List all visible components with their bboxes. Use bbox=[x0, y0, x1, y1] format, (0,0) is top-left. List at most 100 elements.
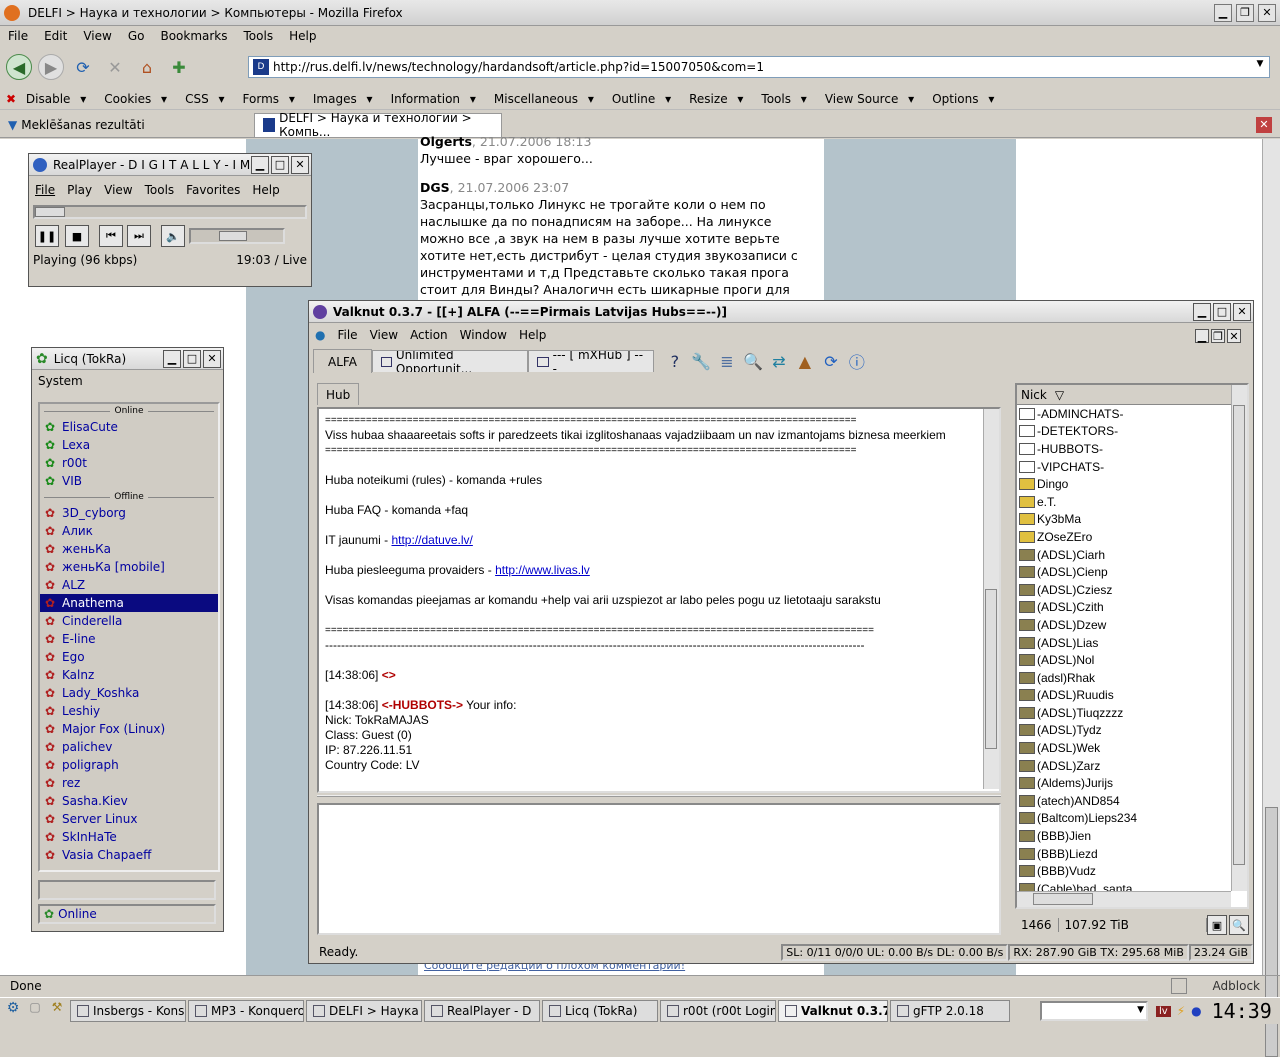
vk-menu-window[interactable]: Window bbox=[454, 328, 513, 342]
nick-hscrollbar[interactable] bbox=[1017, 891, 1231, 907]
taskbar-task[interactable]: RealPlayer - D bbox=[424, 1000, 540, 1022]
nick-row[interactable]: (BBB)Jien bbox=[1017, 827, 1247, 845]
edit-icon[interactable] bbox=[1170, 977, 1187, 994]
dropdown-icon[interactable]: ▼ bbox=[1137, 1005, 1144, 1015]
contact-item[interactable]: ✿ Server Linux bbox=[40, 810, 218, 828]
nick-row[interactable]: (atech)AND854 bbox=[1017, 792, 1247, 810]
taskbar-command-field[interactable]: ▼ bbox=[1040, 1001, 1148, 1021]
nick-row[interactable]: Ky3bMa bbox=[1017, 511, 1247, 529]
nick-row[interactable]: (ADSL)Zarz bbox=[1017, 757, 1247, 775]
nick-row[interactable]: (ADSL)Cziesz bbox=[1017, 581, 1247, 599]
hub-tab-alfa[interactable]: ALFA bbox=[313, 349, 372, 373]
hub-tab-mxhub[interactable]: --- [ mXHub ] --- bbox=[527, 350, 654, 372]
transfers-icon[interactable]: ⇄ bbox=[766, 348, 792, 374]
licq-menu-system[interactable]: System bbox=[32, 374, 89, 388]
chat-sender[interactable]: <-HUBBOTS-> bbox=[382, 698, 463, 712]
page-scrollbar[interactable] bbox=[1262, 139, 1280, 1057]
kde-menu-icon[interactable]: ⚙ bbox=[2, 1000, 24, 1022]
nick-row[interactable]: (ADSL)Lias bbox=[1017, 634, 1247, 652]
menu-go[interactable]: Go bbox=[120, 29, 153, 43]
wd-images[interactable]: Images ▾ bbox=[301, 92, 379, 106]
nick-row[interactable]: ZOseZEro bbox=[1017, 528, 1247, 546]
contact-item[interactable]: ✿ Sasha.Kiev bbox=[40, 792, 218, 810]
hublist-icon[interactable]: ≣ bbox=[714, 348, 740, 374]
vk-menu-help[interactable]: Help bbox=[513, 328, 552, 342]
stop-button[interactable]: ■ bbox=[65, 225, 89, 247]
volume-handle[interactable] bbox=[219, 231, 247, 241]
info-icon[interactable]: ⓘ bbox=[844, 348, 870, 374]
licq-status-selector[interactable]: ✿ Online bbox=[38, 904, 216, 924]
nick-row[interactable]: (BBB)Liezd bbox=[1017, 845, 1247, 863]
volume-slider[interactable] bbox=[189, 228, 285, 244]
rp-menu-help[interactable]: Help bbox=[246, 183, 285, 197]
nick-row[interactable]: (ADSL)Nol bbox=[1017, 651, 1247, 669]
quicklaunch-icon[interactable]: ▢ bbox=[24, 1000, 46, 1022]
pause-button[interactable]: ❚❚ bbox=[35, 225, 59, 247]
tray-icon-2[interactable]: ● bbox=[1191, 1004, 1201, 1018]
lock-icon[interactable]: ▣ bbox=[1207, 915, 1227, 935]
mdi-minimize-button[interactable]: ▁ bbox=[1195, 329, 1209, 343]
chat-scroll-thumb[interactable] bbox=[985, 589, 997, 749]
volume-icon[interactable]: 🔈 bbox=[161, 225, 185, 247]
subtab-hub[interactable]: Hub bbox=[317, 383, 360, 405]
nick-row[interactable]: (ADSL)Dzew bbox=[1017, 616, 1247, 634]
vk-menu-action[interactable]: Action bbox=[404, 328, 454, 342]
nick-row[interactable]: (ADSL)Czith bbox=[1017, 599, 1247, 617]
contact-item[interactable]: ✿ Leshiy bbox=[40, 702, 218, 720]
chat-sender[interactable]: <> bbox=[382, 668, 396, 682]
nick-row[interactable]: (adsl)Rhak bbox=[1017, 669, 1247, 687]
vk-menu-file[interactable]: File bbox=[331, 328, 363, 342]
mdi-close-button[interactable]: ✕ bbox=[1227, 329, 1241, 343]
contact-item[interactable]: ✿ poligraph bbox=[40, 756, 218, 774]
sharing-icon[interactable]: ▲ bbox=[792, 348, 818, 374]
taskbar-task[interactable]: r00t (r00t Login bbox=[660, 1000, 776, 1022]
minimize-button[interactable]: ▁ bbox=[1193, 302, 1211, 321]
rp-menu-view[interactable]: View bbox=[98, 183, 138, 197]
tab-search-results[interactable]: ▼ Meklēšanas rezultāti bbox=[0, 113, 254, 137]
contact-item[interactable]: ✿ rez bbox=[40, 774, 218, 792]
wd-options[interactable]: Options ▾ bbox=[920, 92, 1000, 106]
close-button[interactable]: ✕ bbox=[203, 349, 221, 368]
rp-menu-favorites[interactable]: Favorites bbox=[180, 183, 246, 197]
maximize-button[interactable]: □ bbox=[1213, 302, 1231, 321]
bookmark-add-icon[interactable]: ✚ bbox=[166, 54, 192, 80]
nick-row[interactable]: -VIPCHATS- bbox=[1017, 458, 1247, 476]
nick-row[interactable]: (BBB)Vudz bbox=[1017, 862, 1247, 880]
quicklaunch-icon-2[interactable]: ⚒ bbox=[46, 1000, 68, 1022]
contact-item[interactable]: ✿ E-line bbox=[40, 630, 218, 648]
nick-row[interactable]: Dingo bbox=[1017, 475, 1247, 493]
contact-item[interactable]: ✿ 3D_cyborg bbox=[40, 504, 218, 522]
nick-row[interactable]: -DETEKTORS- bbox=[1017, 423, 1247, 441]
wd-miscellaneous[interactable]: Miscellaneous ▾ bbox=[482, 92, 600, 106]
close-tab-icon[interactable]: ✕ bbox=[1256, 117, 1272, 133]
nick-scrollbar[interactable] bbox=[1231, 385, 1247, 891]
wd-view-source[interactable]: View Source ▾ bbox=[813, 92, 920, 106]
vk-menu-view[interactable]: View bbox=[364, 328, 404, 342]
search-icon[interactable]: 🔍 bbox=[740, 348, 766, 374]
nick-row[interactable]: -HUBBOTS- bbox=[1017, 440, 1247, 458]
wd-disable[interactable]: ✖ Disable ▾ bbox=[0, 92, 92, 106]
licq-message-field[interactable] bbox=[38, 880, 216, 900]
wd-information[interactable]: Information ▾ bbox=[379, 92, 482, 106]
contact-item[interactable]: ✿ Алик bbox=[40, 522, 218, 540]
previous-button[interactable]: ⏮ bbox=[99, 225, 123, 247]
hub-chat-log[interactable]: ========================================… bbox=[317, 407, 1001, 793]
taskbar-task[interactable]: MP3 - Konquero bbox=[188, 1000, 304, 1022]
minimize-button[interactable]: ▁ bbox=[1214, 3, 1232, 22]
maximize-button[interactable]: □ bbox=[271, 155, 289, 174]
wd-forms[interactable]: Forms ▾ bbox=[231, 92, 301, 106]
menu-view[interactable]: View bbox=[75, 29, 119, 43]
wd-outline[interactable]: Outline ▾ bbox=[600, 92, 677, 106]
url-bar[interactable]: D http://rus.delfi.lv/news/technology/ha… bbox=[248, 56, 1270, 78]
contact-item[interactable]: ✿ Cinderella bbox=[40, 612, 218, 630]
nick-row[interactable]: (Aldems)Jurijs bbox=[1017, 774, 1247, 792]
taskbar-task[interactable]: Valknut 0.3.7 - bbox=[778, 1000, 888, 1022]
contact-item[interactable]: ✿ VIB bbox=[40, 472, 218, 490]
maximize-button[interactable]: ❐ bbox=[1236, 3, 1254, 22]
contact-item[interactable]: ✿ Vasia Chapaeff bbox=[40, 846, 218, 864]
contact-item[interactable]: ✿ SkInHaTe bbox=[40, 828, 218, 846]
menu-tools[interactable]: Tools bbox=[236, 29, 282, 43]
nick-row[interactable]: (ADSL)Cienp bbox=[1017, 563, 1247, 581]
contact-item[interactable]: ✿ palichev bbox=[40, 738, 218, 756]
url-dropdown-icon[interactable]: ▼ bbox=[1253, 59, 1267, 75]
